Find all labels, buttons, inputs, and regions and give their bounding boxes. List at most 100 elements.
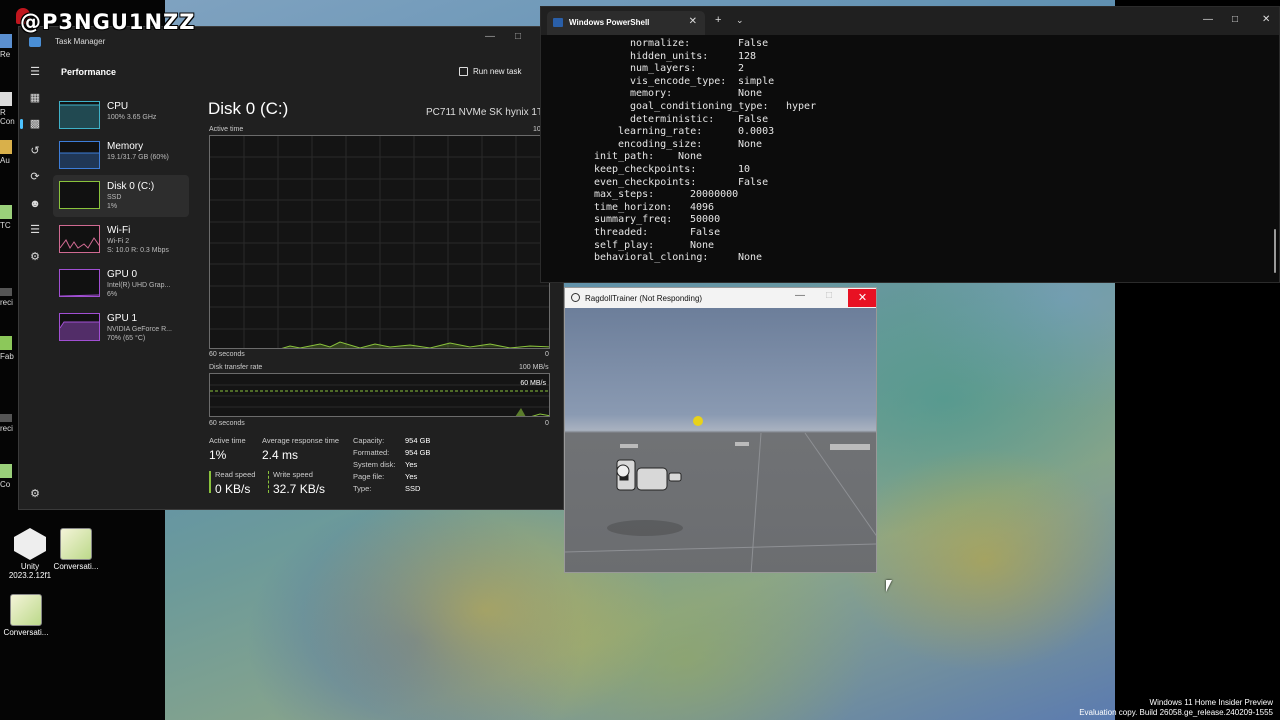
settings-gear-icon[interactable]: ⚙	[28, 487, 42, 501]
config-value: simple	[738, 75, 775, 87]
capacity-value: 954 GB	[405, 436, 431, 445]
config-key: keep_checkpoints:	[594, 164, 697, 175]
close-tab-icon[interactable]: ✕	[689, 16, 697, 27]
desktop-edge-icon[interactable]: R Con	[0, 92, 18, 126]
desktop-edge-icon[interactable]: TC	[0, 205, 18, 230]
active-time-stat-label: Active time	[209, 436, 246, 445]
tab-windows-powershell[interactable]: Windows PowerShell ✕	[547, 11, 705, 35]
terminal-output[interactable]: normalize: False hidden_units: 128 num_layer…	[541, 37, 1279, 282]
system-disk-value: Yes	[405, 460, 418, 469]
sidebar-item-label: Wi-Fi	[107, 225, 131, 236]
desktop-icon-conversation-2[interactable]: Conversati...	[0, 594, 56, 637]
config-key: vis_encode_type:	[630, 75, 727, 87]
terminal-scrollbar[interactable]	[1274, 229, 1276, 273]
edge-label: Fab	[0, 352, 14, 361]
config-value: None	[738, 88, 763, 100]
sidebar-item-detail: S: 10.0 R: 0.3 Mbps	[107, 247, 169, 254]
powershell-window[interactable]: Windows PowerShell ✕ + ⌄ — □ ✕ normalize…	[540, 6, 1280, 283]
config-value: False	[738, 176, 769, 188]
sidebar-item-cpu[interactable]: CPU 100% 3.65 GHz	[53, 95, 189, 137]
build-watermark-line2: Evaluation copy. Build 26058.ge_release.…	[1079, 708, 1273, 717]
maximize-button[interactable]: □	[515, 31, 521, 42]
maximize-button[interactable]: □	[1232, 14, 1238, 25]
active-time-graph-label: Active time	[209, 126, 244, 133]
run-new-task-button[interactable]: Run new task	[459, 67, 521, 76]
desktop-edge-icon[interactable]: reci	[0, 414, 18, 433]
desktop-edge-icon[interactable]: Co	[0, 464, 18, 489]
services-icon[interactable]: ⚙	[28, 250, 42, 264]
desktop-icon-conversation-1[interactable]: Conversati...	[46, 528, 106, 571]
config-value: 10	[738, 164, 751, 175]
config-value: 128	[738, 50, 757, 62]
minimize-button[interactable]: —	[1203, 14, 1213, 25]
config-key: hidden_units:	[630, 50, 709, 62]
sidebar-item-memory[interactable]: Memory 19.1/31.7 GB (60%)	[53, 135, 189, 177]
ragdoll-title: RagdollTrainer (Not Responding)	[585, 294, 703, 303]
close-button[interactable]: ✕	[848, 289, 876, 307]
app-history-icon[interactable]: ↺	[28, 144, 42, 158]
document-icon	[10, 594, 42, 626]
tab-label: Windows PowerShell	[569, 18, 650, 27]
ragdoll-title-bar: RagdollTrainer (Not Responding) — □ ✕	[565, 288, 876, 308]
config-key: goal_conditioning_type:	[630, 101, 769, 112]
desktop-edge-icon[interactable]: Au	[0, 140, 18, 165]
wifi-mini-graph	[60, 237, 99, 249]
cpu-thumbnail	[59, 101, 100, 129]
desktop-edge-icon[interactable]: Fab	[0, 336, 18, 361]
sidebar-item-label: Disk 0 (C:)	[107, 181, 155, 192]
task-manager-window[interactable]: Task Manager — □ ☰ ▦ ▩ ↺ ⟳ ☻ ☰ ⚙ ⚙ Perfo…	[18, 26, 564, 510]
transfer-rate-max: 100 MB/s	[519, 364, 549, 371]
active-time-graph	[209, 135, 550, 349]
desktop-edge-icon[interactable]: Re	[0, 34, 18, 59]
desktop-edge-icon[interactable]: reci	[0, 288, 18, 307]
page-title: Performance	[61, 67, 117, 77]
build-watermark-line1: Windows 11 Home Insider Preview	[1149, 698, 1273, 707]
distant-agents	[620, 442, 870, 450]
config-value: False	[690, 227, 721, 238]
sidebar-item-disk[interactable]: Disk 0 (C:) SSD 1%	[53, 175, 189, 217]
config-key: self_play:	[594, 239, 655, 251]
users-icon[interactable]: ☻	[28, 197, 42, 211]
config-value: None	[690, 239, 715, 251]
disk-thumbnail	[59, 181, 100, 209]
desktop-icon-label: 2023.2.12f1	[8, 571, 52, 580]
config-key: normalize:	[630, 38, 691, 49]
page-file-label: Page file:	[353, 472, 385, 481]
sidebar-item-wifi[interactable]: Wi-Fi Wi-Fi 2 S: 10.0 R: 0.3 Mbps	[53, 219, 189, 261]
startup-apps-icon[interactable]: ⟳	[28, 170, 42, 184]
sidebar-item-gpu0[interactable]: GPU 0 Intel(R) UHD Grap... 6%	[53, 263, 189, 305]
transfer-rate-mark: 60 MB/s	[520, 380, 546, 387]
formatted-label: Formatted:	[353, 448, 390, 457]
sidebar-item-gpu1[interactable]: GPU 1 NVIDIA GeForce R... 70% (65 °C)	[53, 307, 189, 349]
active-time-seconds: 60 seconds	[209, 351, 245, 358]
memory-thumbnail	[59, 141, 100, 169]
config-key: time_horizon:	[594, 201, 673, 213]
details-icon[interactable]: ☰	[28, 223, 42, 237]
disk-title: Disk 0 (C:)	[208, 99, 289, 118]
close-button[interactable]: ✕	[1262, 14, 1270, 25]
maximize-button[interactable]: □	[826, 290, 832, 301]
config-value: 2	[738, 63, 745, 75]
edge-label: reci	[0, 424, 13, 433]
hamburger-menu-icon[interactable]: ☰	[28, 65, 42, 79]
ragdoll-trainer-window[interactable]: RagdollTrainer (Not Responding) — □ ✕	[564, 287, 877, 573]
edge-label: Au	[0, 156, 10, 165]
minimize-button[interactable]: —	[485, 31, 495, 42]
type-label: Type:	[353, 484, 372, 493]
avg-response-stat: 2.4 ms	[262, 448, 299, 462]
ragdoll-agent	[616, 459, 682, 491]
channel-handle: @P3NGU1NZZ	[20, 10, 196, 34]
config-value: 4096	[690, 201, 715, 213]
config-value: 0.0003	[738, 126, 775, 138]
new-tab-button[interactable]: +	[715, 14, 721, 26]
performance-icon[interactable]: ▩	[20, 117, 42, 131]
formatted-value: 954 GB	[405, 448, 431, 457]
nav-rail: ☰ ▦ ▩ ↺ ⟳ ☻ ☰ ⚙ ⚙	[19, 57, 51, 509]
config-value: 50000	[690, 214, 721, 226]
game-viewport[interactable]	[565, 308, 876, 572]
config-key: memory:	[630, 88, 673, 100]
minimize-button[interactable]: —	[795, 290, 805, 301]
processes-icon[interactable]: ▦	[28, 91, 42, 105]
chevron-down-icon[interactable]: ⌄	[736, 15, 744, 26]
document-icon	[60, 528, 92, 560]
